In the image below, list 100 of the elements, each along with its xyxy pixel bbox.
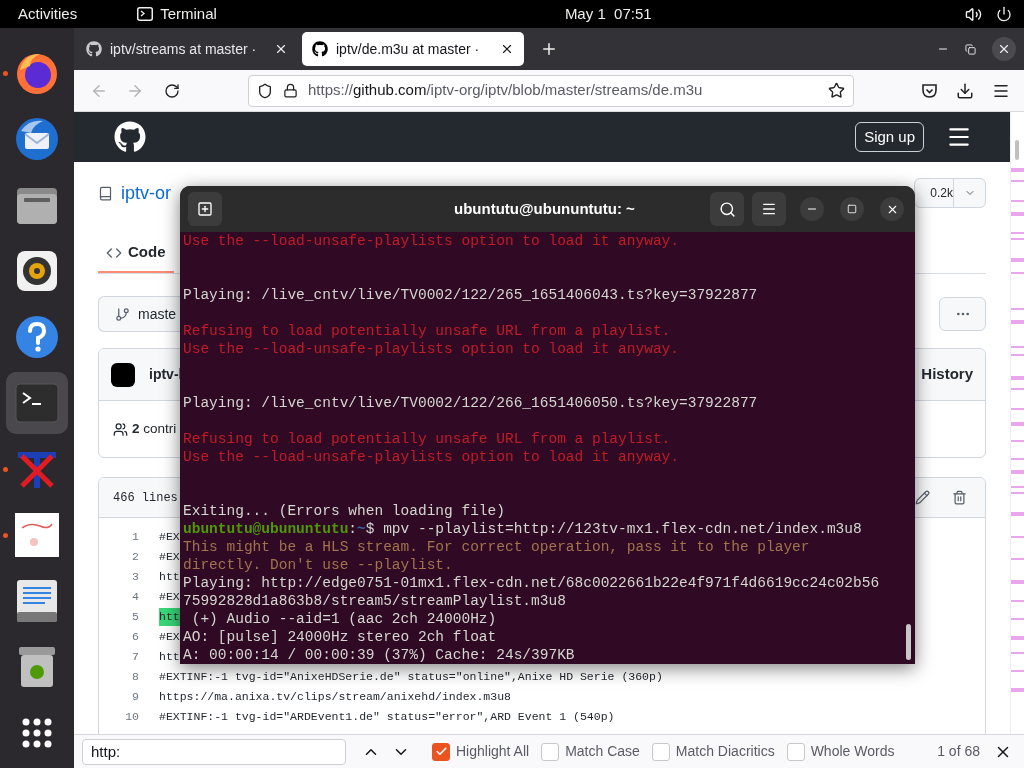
star-count: 0.2k xyxy=(929,185,953,202)
people-icon xyxy=(113,421,128,437)
restore-icon[interactable] xyxy=(965,43,976,55)
match-count: 1 of 68 xyxy=(937,742,980,761)
window-title: ubuntutu@ubununtutu: ~ xyxy=(454,198,635,219)
option-label[interactable]: Whole Words xyxy=(810,741,895,762)
repo-icon xyxy=(98,185,113,201)
logo-icon[interactable] xyxy=(114,121,146,153)
close-button[interactable] xyxy=(880,197,904,221)
menu-button[interactable] xyxy=(752,192,786,226)
option-label[interactable]: Match Case xyxy=(565,741,640,762)
code-line: #EXTINF:-1 tvg-id="AnixeHDSerie.de" status="online",Anixe HD Serie (360p) xyxy=(159,669,663,686)
output-line: Playing: http://edge0751-01mx1.flex-cdn.net/68c0022661b22e4f971f4d6619cc24c02b56 xyxy=(183,574,881,592)
checkbox[interactable] xyxy=(432,742,450,761)
option-label[interactable]: Match Diacritics xyxy=(675,741,775,762)
repo-tab[interactable]: Code xyxy=(98,234,174,273)
lock-icon[interactable] xyxy=(283,83,298,98)
prompt-line: ubuntutu@ubununtutu:~$ mpv --playlist=http://123tv-mx1.flex-cdn.net/index.m3u8 xyxy=(183,520,863,538)
output-line: 75992828d1a863b8/stream5/streamPlaylist.m3u8 xyxy=(183,592,567,610)
bird-envelope-icon xyxy=(13,115,61,163)
avatar xyxy=(111,362,135,387)
app-menu[interactable]: Terminal xyxy=(160,2,217,26)
code-line: https://ma.anixa.tv/clips/stream/anixehd/index.m3u8 xyxy=(159,689,511,706)
checkbox[interactable] xyxy=(541,742,560,761)
reload-icon[interactable] xyxy=(164,82,180,99)
checkbox[interactable] xyxy=(651,742,670,761)
line-number: 2 xyxy=(131,549,139,566)
sign-up-button[interactable]: Sign up xyxy=(855,121,924,153)
maximize-button[interactable] xyxy=(840,197,864,221)
code-line: #EX xyxy=(159,629,180,646)
repo-link[interactable]: iptv-or xyxy=(121,179,171,207)
volume-icon[interactable] xyxy=(965,5,982,23)
menu-icon xyxy=(761,201,777,217)
line-number: 5 xyxy=(131,609,139,626)
new-tab-icon[interactable] xyxy=(540,40,558,58)
checkbox[interactable] xyxy=(786,742,805,761)
close-tab-icon[interactable] xyxy=(274,42,288,56)
output-line: A: 00:00:14 / 00:00:39 (37%) Cache: 24s/397KB xyxy=(183,646,576,664)
edit-icon[interactable] xyxy=(915,490,930,505)
power-icon[interactable] xyxy=(996,6,1012,22)
find-field[interactable]: http: xyxy=(82,738,346,765)
history-link[interactable]: History xyxy=(921,363,973,386)
warning-line: This might be a HLS stream. For correct operation, pass it to the player xyxy=(183,538,811,556)
image-file-icon xyxy=(14,512,60,558)
line-number: 1 xyxy=(131,529,139,546)
output-line: AO: [pulse] 24000Hz stereo 2ch float xyxy=(183,628,498,646)
check-icon xyxy=(434,745,448,758)
clock[interactable]: May 1 07:51 xyxy=(564,2,652,26)
error-line: Use the --load-unsafe-playlists option to load it anyway. xyxy=(183,448,680,466)
trash-bin-icon xyxy=(17,645,57,689)
search-icon xyxy=(718,200,736,218)
help-icon xyxy=(14,314,60,360)
close-window-button[interactable] xyxy=(992,37,1016,61)
error-line: Refusing to load potentially unsafe URL from a playlist. xyxy=(183,322,672,340)
contributors-text[interactable]: 2 contri xyxy=(132,418,177,440)
code-line: #EX xyxy=(159,549,180,566)
shield-icon[interactable] xyxy=(257,82,273,99)
output-line: Exiting... (Errors when loading file) xyxy=(183,502,506,520)
error-line: Use the --load-unsafe-playlists option to load it anyway. xyxy=(183,340,680,358)
browser-tab[interactable]: iptv/de.m3u at master · xyxy=(302,32,524,66)
browser-tab[interactable]: iptv/streams at master · xyxy=(76,32,298,66)
add-tab-icon xyxy=(197,201,213,217)
output-line: Playing: /live_cntv/live/TV0002/122/266_1651406050.ts?key=37922877 xyxy=(183,394,759,412)
line-number: 3 xyxy=(131,569,139,586)
activities-button[interactable]: Activities xyxy=(18,2,78,26)
search-button[interactable] xyxy=(710,192,744,226)
terminal-icon xyxy=(15,383,59,423)
branch-button[interactable]: maste xyxy=(98,296,180,332)
text-editor-icon xyxy=(15,578,59,624)
scrollbar-thumb[interactable] xyxy=(906,624,911,660)
tab-label: Code xyxy=(128,242,166,263)
line-number: 8 xyxy=(131,669,139,686)
code-line: #EX xyxy=(159,589,180,606)
logo-icon xyxy=(86,41,102,57)
close-tab-icon[interactable] xyxy=(500,42,514,56)
branch-name: maste xyxy=(138,304,177,324)
line-count: 466 lines xyxy=(113,489,178,507)
code-line: htt xyxy=(159,569,180,586)
warning-line: directly. Don't use --playlist. xyxy=(183,556,454,574)
url-text: https://github.com/iptv-org/iptv/blob/master/streams/de.m3u xyxy=(308,80,703,101)
code-line: htt xyxy=(159,649,180,666)
code-line: #EXTINF:-1 tvg-id="ARDEvent1.de" status="error",ARD Event 1 (540p) xyxy=(159,709,615,726)
star-button-group[interactable]: 0.2k xyxy=(914,178,986,208)
line-number: 7 xyxy=(131,649,139,666)
terminal-icon xyxy=(137,7,154,21)
bookmark-star-icon[interactable] xyxy=(828,82,845,99)
pocket-icon[interactable] xyxy=(921,82,938,99)
line-number: 9 xyxy=(131,689,139,706)
logo-icon xyxy=(312,41,328,57)
option-label[interactable]: Highlight All xyxy=(456,741,530,762)
code-line: #EX xyxy=(159,529,180,546)
download-icon[interactable] xyxy=(956,81,974,100)
maximize-icon xyxy=(847,204,857,214)
delete-icon[interactable] xyxy=(952,490,967,505)
minimize-button[interactable] xyxy=(800,197,824,221)
address-bar[interactable]: https://github.com/iptv-org/iptv/blob/master/streams/de.m3u xyxy=(248,74,854,107)
line-number: 10 xyxy=(124,709,139,726)
line-number: 6 xyxy=(131,629,139,646)
new-tab-button[interactable] xyxy=(188,192,222,226)
speaker-icon xyxy=(15,249,59,293)
